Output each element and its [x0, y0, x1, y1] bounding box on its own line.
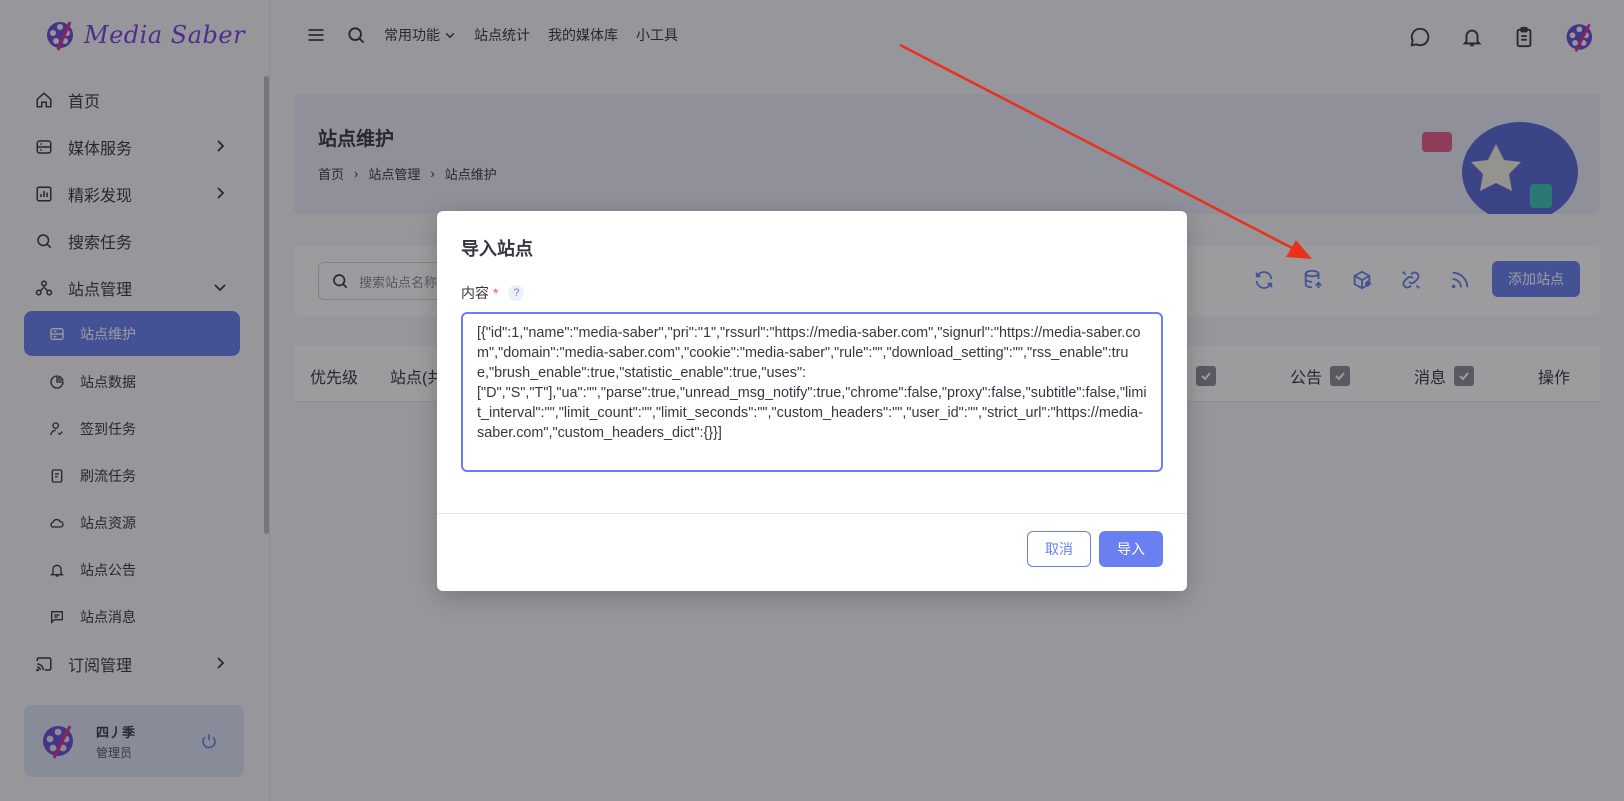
- content-textarea[interactable]: [{"id":1,"name":"media-saber","pri":"1",…: [461, 312, 1163, 472]
- import-button[interactable]: 导入: [1099, 531, 1163, 567]
- import-site-dialog: 导入站点 内容 * ? [{"id":1,"name":"media-saber…: [437, 211, 1187, 591]
- required-mark: *: [493, 285, 499, 301]
- dialog-title: 导入站点: [461, 239, 533, 259]
- dialog-divider: [437, 513, 1187, 514]
- cancel-button[interactable]: 取消: [1027, 531, 1091, 567]
- content-field-label: 内容 * ?: [461, 283, 525, 303]
- field-label-text: 内容: [461, 285, 489, 301]
- help-icon[interactable]: ?: [508, 285, 525, 301]
